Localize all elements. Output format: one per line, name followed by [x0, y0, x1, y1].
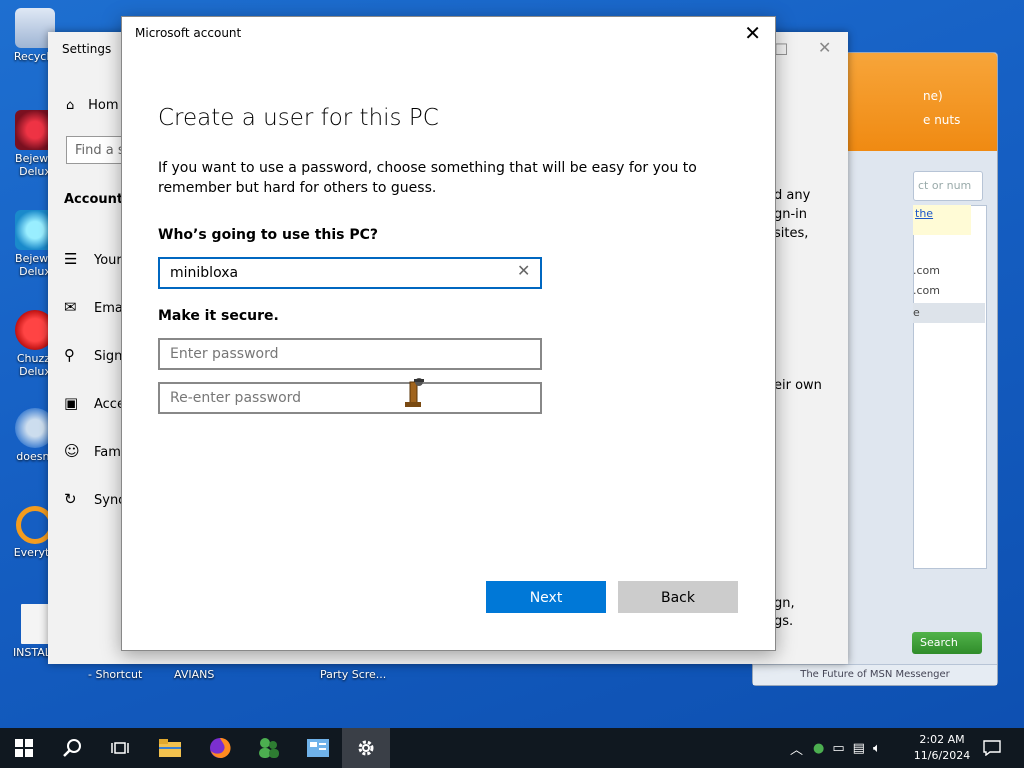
sync-icon: ↻ — [64, 490, 77, 508]
msn-search-field[interactable]: ct or num — [913, 171, 983, 201]
dialog-title: Microsoft account — [135, 26, 242, 40]
chevron-up-icon[interactable]: ︿ — [790, 739, 803, 758]
close-icon[interactable]: ✕ — [818, 38, 831, 57]
settings-taskbar-icon[interactable] — [342, 728, 390, 768]
cursor-icon — [405, 378, 424, 407]
password-field[interactable] — [158, 338, 542, 370]
nav-label: Fam — [94, 445, 121, 460]
back-button[interactable]: Back — [618, 581, 738, 613]
desktop-avians-label: AVIANS — [174, 668, 215, 681]
settings-body-text: gn, — [774, 596, 795, 611]
dialog-description: If you want to use a password, choose so… — [158, 160, 697, 196]
settings-home-link[interactable]: ⌂ Hom — [66, 98, 119, 113]
settings-nav-email[interactable]: ✉ Ema — [64, 298, 123, 316]
notification-icon[interactable] — [970, 728, 1014, 768]
settings-nav-sign-in[interactable]: ⚲ Sign — [64, 346, 122, 364]
settings-nav-your-info[interactable]: ☰ Your — [64, 250, 122, 268]
messenger-buddy-icon[interactable] — [244, 728, 292, 768]
settings-nav-access[interactable]: ▣ Acce — [64, 394, 125, 412]
settings-home-label: Hom — [88, 98, 119, 113]
clock-date: 11/6/2024 — [913, 749, 971, 762]
settings-body-text: eir own — [774, 378, 822, 393]
firefox-icon[interactable] — [196, 728, 244, 768]
desktop-shortcut-label: - Shortcut — [88, 668, 143, 681]
system-tray: ︿ ● ▭ ▤ 🔈︎ — [790, 728, 881, 768]
username-field[interactable] — [158, 257, 542, 289]
file-explorer-icon[interactable] — [146, 728, 194, 768]
key-icon: ⚲ — [64, 346, 75, 364]
messenger-tray-icon[interactable]: ● — [813, 741, 824, 756]
nav-label: Your — [94, 253, 122, 268]
next-button[interactable]: Next — [486, 581, 606, 613]
list-item[interactable]: e — [913, 303, 985, 323]
settings-body-text: sites, — [774, 226, 809, 241]
reenter-password-field[interactable] — [158, 382, 542, 414]
msn-search-button[interactable]: Search — [912, 632, 982, 654]
gear-icon — [358, 740, 374, 756]
taskbar-clock[interactable]: 2:02 AM 11/6/2024 — [906, 732, 978, 764]
volume-icon[interactable]: 🔈︎ — [873, 741, 881, 756]
page-title: Create a user for this PC — [158, 105, 439, 131]
settings-body-text: d any — [774, 188, 811, 203]
settings-body-text: gs. — [774, 614, 794, 629]
device-icon[interactable]: ▭ — [832, 741, 844, 756]
settings-nav-sync[interactable]: ↻ Sync — [64, 490, 125, 508]
maximize-icon[interactable]: ☐ — [774, 40, 788, 59]
settings-body-text: gn-in — [774, 207, 808, 222]
microsoft-account-dialog[interactable]: Microsoft account ✕ Create a user for th… — [121, 16, 776, 651]
mail-icon: ✉ — [64, 298, 77, 316]
username-label: Who’s going to use this PC? — [158, 227, 379, 243]
clock-time: 2:02 AM — [919, 733, 965, 746]
person-card-icon: ☰ — [64, 250, 78, 268]
settings-title: Settings — [62, 42, 112, 56]
task-view-icon[interactable] — [96, 728, 144, 768]
list-item[interactable]: .com — [913, 261, 985, 281]
msn-ad-link[interactable]: the — [913, 205, 971, 235]
windows-logo-icon — [15, 739, 33, 757]
desktop-party-label: Party Scre... — [320, 668, 387, 681]
nav-label: Ema — [94, 301, 123, 316]
start-button[interactable] — [0, 728, 48, 768]
document-icon — [21, 604, 49, 644]
list-item[interactable]: .com — [913, 281, 985, 301]
clear-input-icon[interactable]: ✕ — [517, 261, 530, 280]
briefcase-icon: ▣ — [64, 394, 79, 412]
taskbar: ︿ ● ▭ ▤ 🔈︎ 2:02 AM 11/6/2024 — [0, 728, 1024, 768]
msn-header-text: ne) — [923, 89, 943, 103]
home-icon: ⌂ — [66, 98, 75, 113]
network-icon[interactable]: ▤ — [853, 741, 865, 756]
settings-nav-family[interactable]: ☺ Fam — [64, 442, 121, 460]
add-person-icon: ☺ — [64, 442, 80, 460]
nav-label: Sign — [94, 349, 123, 364]
close-icon[interactable]: ✕ — [744, 21, 761, 45]
control-panel-icon[interactable] — [294, 728, 342, 768]
search-icon[interactable] — [48, 728, 96, 768]
msn-contact-list[interactable] — [913, 205, 987, 569]
msn-footer: The Future of MSN Messenger — [753, 664, 997, 685]
msn-header-text-2: e nuts — [923, 113, 961, 127]
secure-label: Make it secure. — [158, 308, 279, 324]
